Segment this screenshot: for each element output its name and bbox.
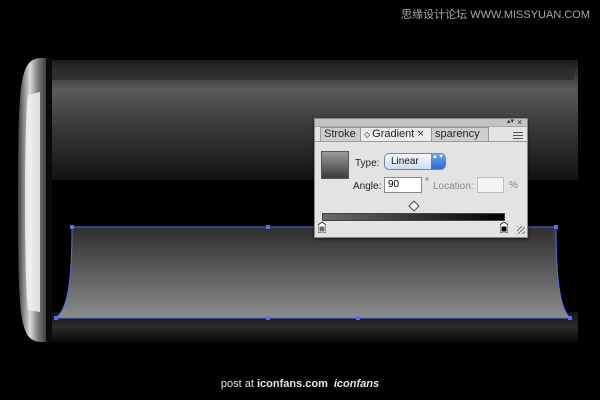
percent-symbol: % xyxy=(509,180,518,191)
gradient-ramp[interactable] xyxy=(322,213,505,221)
anchor-point xyxy=(568,316,572,320)
angle-label: Angle: xyxy=(353,181,382,192)
battery-cap-shadow xyxy=(46,58,52,342)
anchor-point xyxy=(356,316,360,320)
tab-transparency[interactable]: sparency xyxy=(431,127,489,141)
battery-top-highlight xyxy=(44,66,574,80)
gradient-swatch[interactable] xyxy=(321,151,349,179)
anchor-point xyxy=(70,225,74,229)
panel-titlebar[interactable]: ▴▾ × xyxy=(315,117,527,127)
panel-collapse-button[interactable]: ▴▾ xyxy=(507,117,514,127)
tab-gradient[interactable]: ◇ Gradient × xyxy=(360,127,432,141)
anchor-point xyxy=(266,316,270,320)
anchor-point xyxy=(554,225,558,229)
location-label: Location: xyxy=(433,181,474,192)
tab-gradient-label: Gradient xyxy=(372,128,415,140)
degree-symbol: ° xyxy=(425,177,429,188)
panel-menu-icon[interactable] xyxy=(513,131,523,139)
gradient-shape xyxy=(54,226,572,319)
resize-grip-icon[interactable] xyxy=(517,226,525,234)
location-input[interactable] xyxy=(477,177,504,193)
credit-brand: iconfans.com xyxy=(256,378,328,390)
panel-close-button[interactable]: × xyxy=(517,117,522,127)
tab-transparency-label: sparency xyxy=(435,128,480,140)
angle-input[interactable]: 90 xyxy=(384,177,422,193)
gradient-type-select[interactable]: Linear ▲▼ xyxy=(384,153,446,170)
credit-prefix: post at xyxy=(220,378,257,390)
anchor-point xyxy=(54,316,58,320)
credit-text: post at iconfans.com iconfans xyxy=(0,378,600,390)
gradient-midpoint-slider[interactable] xyxy=(407,200,420,212)
anchor-point xyxy=(266,225,270,229)
gradient-panel-content: Type: Linear ▲▼ Angle: 90 ° Location: % xyxy=(315,141,527,238)
gradient-stop-right[interactable] xyxy=(500,222,508,233)
tab-diamond-icon: ◇ xyxy=(364,130,371,139)
iconfans-logo: iconfans xyxy=(333,378,380,390)
tab-stroke[interactable]: Stroke xyxy=(320,127,362,141)
panel-tabs: Stroke sparency ◇ Gradient × xyxy=(318,127,518,141)
select-arrows-icon: ▲▼ xyxy=(431,154,445,169)
gradient-panel[interactable]: ▴▾ × Stroke sparency ◇ Gradient × Type: Li… xyxy=(314,117,528,238)
gradient-stop-left[interactable] xyxy=(318,222,326,233)
gradient-type-value: Linear xyxy=(391,156,419,167)
type-label: Type: xyxy=(355,158,380,169)
tab-stroke-label: Stroke xyxy=(324,128,356,140)
tab-close-icon[interactable]: × xyxy=(417,128,423,140)
battery-cap-rim xyxy=(25,92,40,312)
